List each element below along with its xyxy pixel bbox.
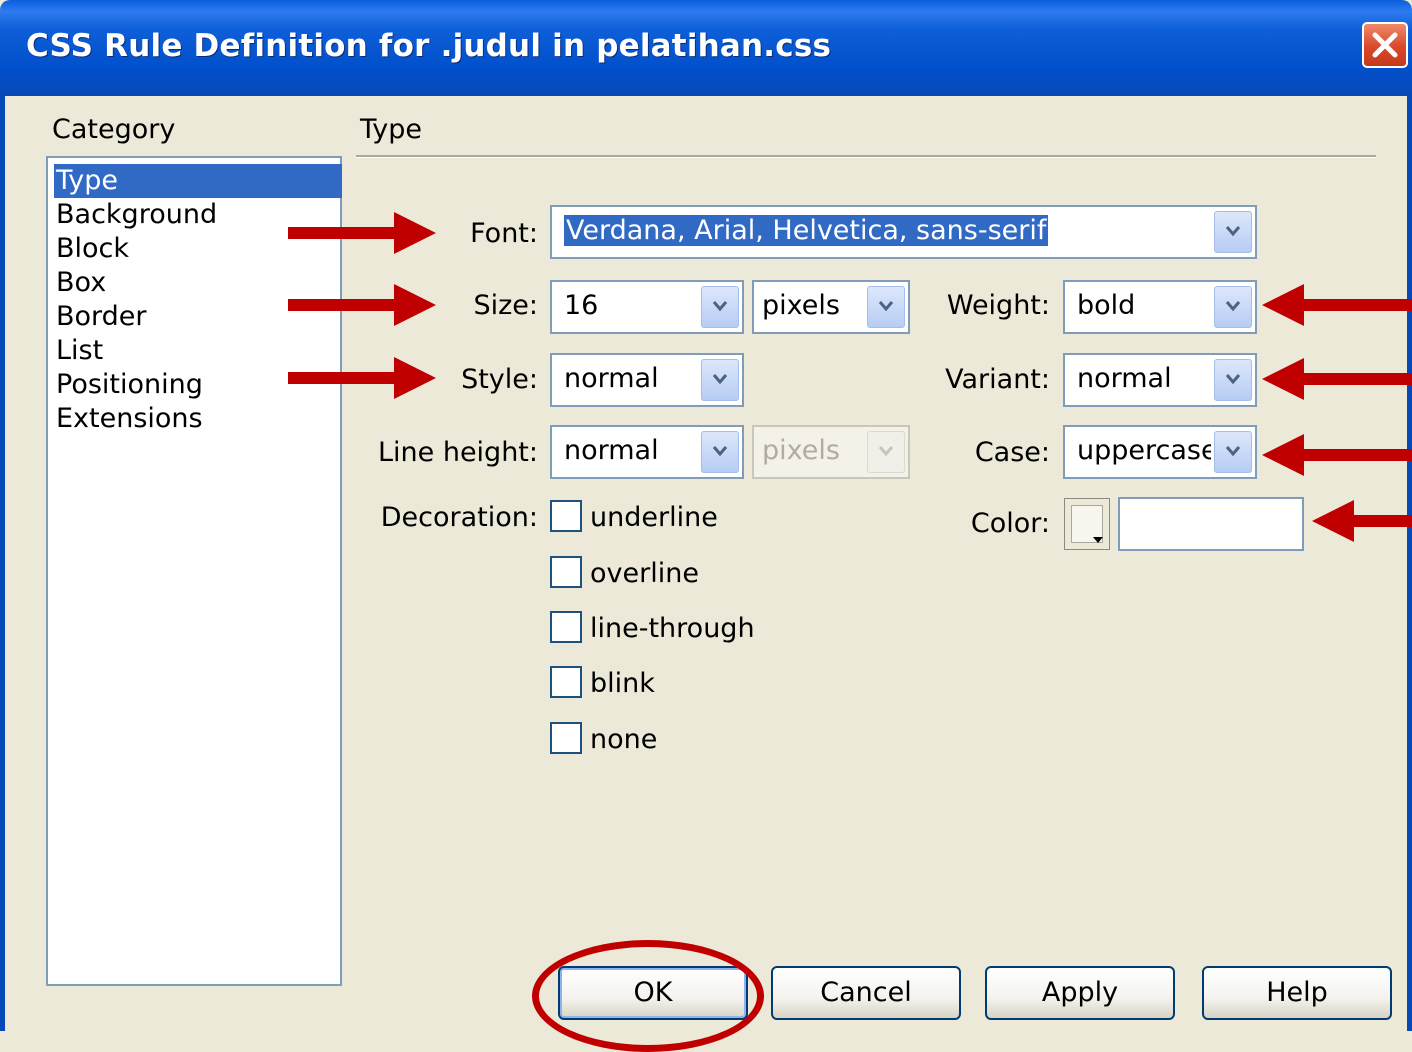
panel-divider <box>356 155 1376 158</box>
line-height-unit-value: pixels <box>762 435 840 466</box>
case-value: uppercase <box>1077 435 1211 466</box>
variant-value: normal <box>1077 363 1172 394</box>
chevron-down-icon <box>878 446 894 457</box>
panel-title: Type <box>360 114 423 145</box>
annotation-arrow-left-icon <box>1312 500 1412 542</box>
size-unit-value: pixels <box>762 290 840 321</box>
overline-checkbox[interactable] <box>550 556 582 588</box>
help-button[interactable]: Help <box>1202 966 1392 1020</box>
case-select[interactable]: uppercase <box>1063 425 1257 479</box>
chevron-down-icon <box>712 301 728 312</box>
underline-checkbox[interactable] <box>550 500 582 532</box>
color-label: Color: <box>970 508 1050 539</box>
chevron-down-icon <box>712 374 728 385</box>
annotation-arrow-right-icon <box>288 212 436 254</box>
style-value: normal <box>564 363 659 394</box>
chevron-down-icon <box>878 301 894 312</box>
chevron-down-icon <box>712 446 728 457</box>
close-button[interactable] <box>1362 22 1408 68</box>
line-height-select[interactable]: normal <box>550 425 744 479</box>
weight-select[interactable]: bold <box>1063 280 1257 334</box>
category-item-type[interactable]: Type <box>54 164 342 198</box>
variant-label: Variant: <box>945 364 1050 395</box>
size-unit-select[interactable]: pixels <box>752 280 910 334</box>
line-height-value: normal <box>564 435 659 466</box>
none-checkbox[interactable] <box>550 722 582 754</box>
style-select[interactable]: normal <box>550 353 744 407</box>
color-input[interactable] <box>1118 497 1304 551</box>
weight-label: Weight: <box>946 290 1050 321</box>
window-frame-right <box>1407 96 1412 1031</box>
case-label: Case: <box>974 437 1050 468</box>
category-label: Category <box>52 114 176 145</box>
blink-checkbox[interactable] <box>550 666 582 698</box>
chevron-down-icon <box>1225 446 1241 457</box>
color-dropdown-triangle-icon <box>1093 537 1103 543</box>
color-picker-button[interactable] <box>1064 498 1110 550</box>
chevron-down-icon <box>1225 301 1241 312</box>
decoration-label: Decoration: <box>380 502 538 533</box>
weight-dropdown-button[interactable] <box>1214 286 1252 328</box>
annotation-arrow-left-icon <box>1262 284 1412 326</box>
blink-label: blink <box>590 668 655 699</box>
weight-value: bold <box>1077 290 1136 321</box>
annotation-arrow-left-icon <box>1262 434 1412 476</box>
font-select[interactable]: Verdana, Arial, Helvetica, sans-serif <box>550 205 1257 259</box>
size-dropdown-button[interactable] <box>701 286 739 328</box>
chevron-down-icon <box>1225 226 1241 237</box>
font-value: Verdana, Arial, Helvetica, sans-serif <box>564 215 1049 246</box>
annotation-ok-circle <box>532 940 764 1052</box>
size-value: 16 <box>564 290 599 321</box>
font-dropdown-button[interactable] <box>1214 211 1252 253</box>
window-frame-left <box>0 96 5 1031</box>
line-through-checkbox[interactable] <box>550 611 582 643</box>
apply-button[interactable]: Apply <box>985 966 1175 1020</box>
line-through-label: line-through <box>590 613 755 644</box>
size-select[interactable]: 16 <box>550 280 744 334</box>
variant-dropdown-button[interactable] <box>1214 359 1252 401</box>
category-item-extensions[interactable]: Extensions <box>54 402 342 436</box>
cancel-button[interactable]: Cancel <box>771 966 961 1020</box>
overline-label: overline <box>590 558 699 589</box>
annotation-arrow-right-icon <box>288 284 436 326</box>
variant-select[interactable]: normal <box>1063 353 1257 407</box>
case-dropdown-button[interactable] <box>1214 431 1252 473</box>
underline-label: underline <box>590 502 718 533</box>
none-label: none <box>590 724 658 755</box>
close-icon <box>1372 32 1398 58</box>
line-height-unit-select: pixels <box>752 425 910 479</box>
annotation-arrow-right-icon <box>288 357 436 399</box>
style-dropdown-button[interactable] <box>701 359 739 401</box>
line-height-dropdown-button[interactable] <box>701 431 739 473</box>
window-title: CSS Rule Definition for .judul in pelati… <box>26 28 832 64</box>
annotation-arrow-left-icon <box>1262 358 1412 400</box>
line-height-label: Line height: <box>377 437 538 468</box>
category-list[interactable]: Type Background Block Box Border List Po… <box>46 156 342 986</box>
chevron-down-icon <box>1225 374 1241 385</box>
